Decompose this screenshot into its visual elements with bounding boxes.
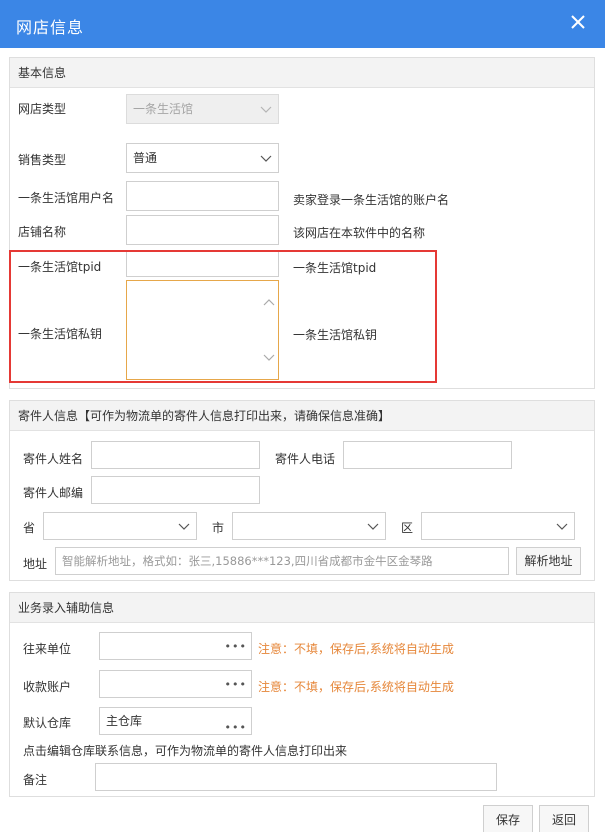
- private-key-label: 一条生活馆私钥: [18, 327, 103, 341]
- chevron-down-icon: [556, 523, 568, 530]
- dialog-title: 网店信息: [16, 18, 85, 37]
- district-label: 区: [401, 521, 414, 535]
- sales-type-value: 普通: [133, 151, 158, 165]
- basic-info-header: 基本信息: [10, 58, 594, 88]
- username-label: 一条生活馆用户名: [18, 191, 115, 205]
- more-icon[interactable]: •••: [225, 678, 247, 691]
- sender-phone-input[interactable]: [343, 441, 512, 469]
- username-hint: 卖家登录一条生活馆的账户名: [293, 193, 450, 207]
- tpid-label: 一条生活馆tpid: [18, 260, 102, 274]
- business-info-header: 业务录入辅助信息: [10, 593, 594, 623]
- shop-name-label: 店铺名称: [18, 225, 67, 239]
- scroll-down-icon[interactable]: [263, 353, 275, 363]
- tpid-input[interactable]: [126, 250, 279, 277]
- shop-type-label: 网店类型: [18, 102, 67, 116]
- remark-label: 备注: [23, 773, 48, 787]
- close-icon[interactable]: [569, 11, 587, 33]
- chevron-down-icon: [367, 523, 379, 530]
- district-select[interactable]: [421, 512, 575, 540]
- warehouse-input[interactable]: 主仓库 •••: [99, 707, 252, 735]
- account-label: 收款账户: [23, 680, 72, 694]
- shop-info-dialog: 网店信息 基本信息 网店类型 一条生活馆 销售类型 普通 一条生活馆用户名 卖家…: [0, 0, 605, 832]
- partner-label: 往来单位: [23, 642, 72, 656]
- partner-input[interactable]: •••: [99, 632, 252, 660]
- remark-input[interactable]: [95, 763, 497, 791]
- sender-zip-label: 寄件人邮编: [23, 486, 84, 500]
- private-key-hint: 一条生活馆私钥: [293, 328, 378, 342]
- address-label: 地址: [23, 557, 48, 571]
- parse-address-button[interactable]: 解析地址: [516, 547, 581, 575]
- province-select[interactable]: [43, 512, 197, 540]
- sales-type-label: 销售类型: [18, 153, 67, 167]
- chevron-down-icon: [178, 523, 190, 530]
- province-label: 省: [23, 521, 36, 535]
- more-icon[interactable]: •••: [225, 715, 247, 741]
- city-select[interactable]: [232, 512, 386, 540]
- account-note: 注意：不填，保存后,系统将自动生成: [258, 680, 454, 694]
- shop-type-select: 一条生活馆: [126, 94, 279, 124]
- back-button[interactable]: 返回: [539, 805, 589, 832]
- chevron-down-icon: [260, 106, 272, 113]
- username-input[interactable]: [126, 181, 279, 211]
- sales-type-select[interactable]: 普通: [126, 143, 279, 173]
- sender-info-header: 寄件人信息【可作为物流单的寄件人信息打印出来，请确保信息准确】: [10, 401, 594, 431]
- warehouse-value: 主仓库: [106, 714, 143, 728]
- address-input[interactable]: [55, 547, 509, 575]
- sender-name-label: 寄件人姓名: [23, 452, 84, 466]
- shop-name-input[interactable]: [126, 215, 279, 245]
- shop-type-value: 一条生活馆: [133, 102, 194, 116]
- scroll-up-icon[interactable]: [263, 297, 275, 307]
- warehouse-tip[interactable]: 点击编辑仓库联系信息，可作为物流单的寄件人信息打印出来: [23, 742, 347, 759]
- city-label: 市: [212, 521, 225, 535]
- more-icon[interactable]: •••: [225, 640, 247, 653]
- sender-name-input[interactable]: [91, 441, 260, 469]
- chevron-down-icon: [260, 155, 272, 162]
- save-button[interactable]: 保存: [483, 805, 533, 832]
- private-key-textarea[interactable]: [126, 280, 279, 380]
- dialog-titlebar: 网店信息: [0, 0, 605, 48]
- warehouse-label: 默认仓库: [23, 716, 72, 730]
- shop-name-hint: 该网店在本软件中的名称: [293, 226, 426, 240]
- sender-phone-label: 寄件人电话: [275, 452, 336, 466]
- tpid-hint: 一条生活馆tpid: [293, 261, 377, 275]
- sender-zip-input[interactable]: [91, 476, 260, 504]
- partner-note: 注意：不填，保存后,系统将自动生成: [258, 642, 454, 656]
- account-input[interactable]: •••: [99, 670, 252, 698]
